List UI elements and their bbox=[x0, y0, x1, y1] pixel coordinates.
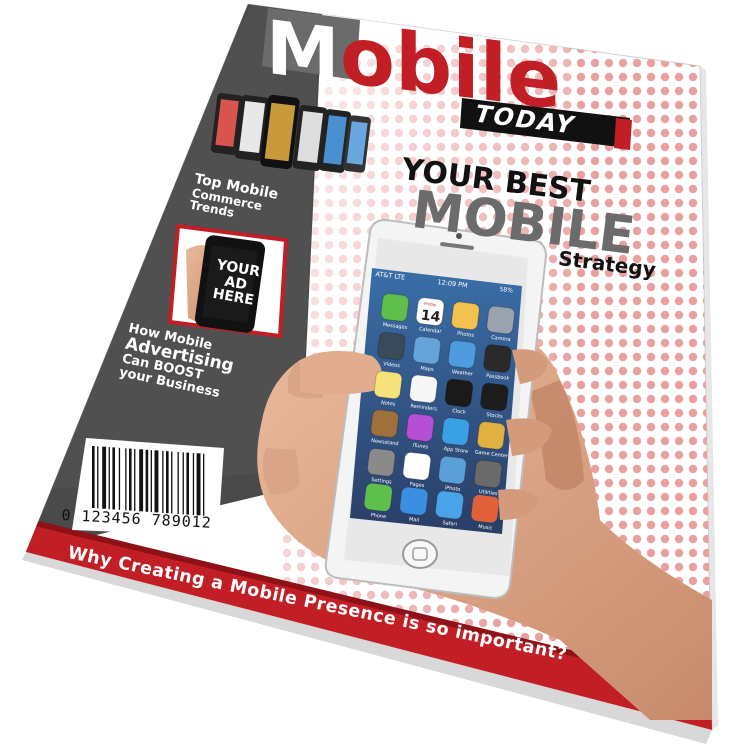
dock-icon bbox=[435, 491, 464, 519]
barcode-bar bbox=[162, 450, 164, 513]
barcode-bar bbox=[186, 452, 189, 515]
dock-label: Mail bbox=[409, 517, 420, 524]
barcode-bar bbox=[97, 446, 99, 509]
app-icon bbox=[444, 378, 474, 408]
app-icon bbox=[373, 370, 403, 400]
barcode-bar bbox=[102, 446, 107, 509]
barcode-bar bbox=[171, 451, 173, 514]
app-icon bbox=[473, 459, 503, 489]
barcode-bar bbox=[166, 451, 169, 514]
app-icon bbox=[441, 417, 470, 446]
app-icon bbox=[486, 305, 516, 335]
app-icon bbox=[438, 455, 467, 485]
barcode-bar bbox=[92, 446, 95, 508]
barcode-bar bbox=[182, 452, 184, 515]
barcode-bar bbox=[145, 449, 149, 512]
app-icon bbox=[409, 374, 438, 404]
app-icon bbox=[447, 340, 477, 369]
barcode-bar bbox=[108, 447, 110, 510]
masthead-m: M bbox=[266, 4, 340, 100]
barcode-bar bbox=[150, 450, 152, 513]
dock-icon bbox=[471, 494, 499, 523]
dock-icon bbox=[364, 483, 393, 512]
barcode-bar bbox=[125, 448, 127, 511]
magazine-cover-scene: M obile Messages Calendar Photos Camera … bbox=[0, 0, 748, 750]
barcode-bar bbox=[192, 453, 195, 516]
barcode-bar bbox=[139, 449, 144, 512]
app-icon bbox=[380, 293, 410, 322]
app-icon bbox=[405, 413, 435, 442]
app-icon bbox=[402, 451, 432, 481]
app-icon bbox=[483, 344, 512, 373]
app-icon bbox=[451, 301, 480, 331]
app-icon bbox=[480, 382, 509, 412]
barcode-bar bbox=[118, 447, 121, 510]
app-icon bbox=[476, 421, 506, 450]
app-icon bbox=[377, 331, 406, 361]
calendar-day: 14 bbox=[420, 308, 442, 326]
app-icon bbox=[366, 448, 396, 477]
barcode-bar bbox=[134, 448, 136, 511]
phone-battery: 58% bbox=[499, 286, 514, 295]
barcode-bar bbox=[203, 453, 205, 516]
barcode-bar bbox=[177, 451, 179, 514]
app-icon bbox=[412, 335, 442, 365]
barcode-bar bbox=[129, 448, 132, 511]
app-icon bbox=[370, 409, 399, 438]
barcode-bar bbox=[154, 450, 159, 513]
magazine-cover-art: M obile Messages Calendar PhotosCameraVi… bbox=[22, 3, 718, 744]
dock-icon bbox=[400, 487, 428, 515]
barcode-bar bbox=[196, 453, 201, 516]
barcode-bar bbox=[112, 447, 115, 510]
ad-phone-text: YOUR AD HERE bbox=[210, 257, 261, 309]
